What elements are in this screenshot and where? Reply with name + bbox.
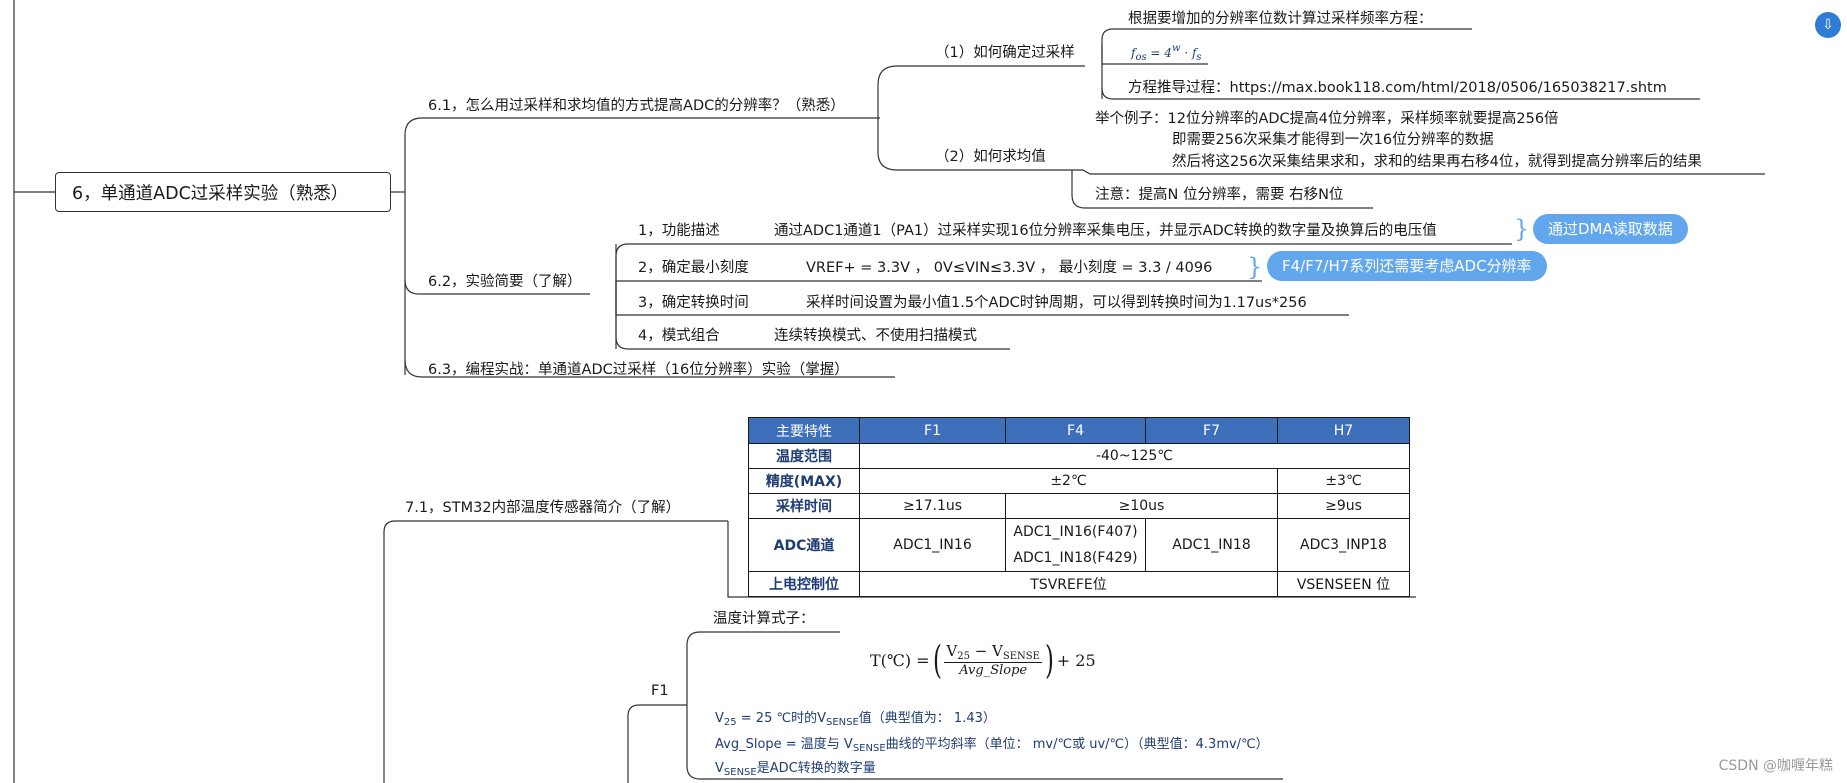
table-header-row: 主要特性 F1 F4 F7 H7: [748, 417, 1410, 444]
example-line-1: 举个例子：12位分辨率的ADC提高4位分辨率，采样频率就要提高256倍: [1095, 111, 1559, 127]
table-cell-line: ADC1_IN16(F407): [1013, 524, 1138, 540]
table-cell: -40~125℃: [859, 443, 1410, 469]
table-row: 采样时间 ≥17.1us ≥10us ≥9us: [748, 493, 1410, 519]
table-cell: ADC1_IN16(F407) ADC1_IN18(F429): [1005, 518, 1146, 572]
oversample-equation-intro: 根据要增加的分辨率位数计算过采样频率方程：: [1128, 11, 1433, 27]
temp-sensor-spec-table: 主要特性 F1 F4 F7 H7 温度范围 -40~125℃ 精度(MAX) ±…: [748, 417, 1410, 597]
callout-brace-1: }: [1514, 215, 1530, 243]
table-cell: ADC1_IN18: [1145, 518, 1278, 572]
table-header: 主要特性: [748, 417, 860, 444]
table-cell: ±3℃: [1277, 468, 1410, 494]
node-6-1[interactable]: 6.1，怎么用过采样和求均值的方式提高ADC的分辨率？（熟悉）: [428, 94, 845, 115]
node-f1[interactable]: F1: [651, 683, 669, 699]
table-header: H7: [1277, 417, 1410, 444]
item-min-scale-desc: VREF+ = 3.3V ， 0V≤VIN≤3.3V ， 最小刻度 = 3.3 …: [806, 260, 1213, 276]
table-row: 温度范围 -40~125℃: [748, 443, 1410, 469]
table-cell: ≥10us: [1005, 493, 1278, 519]
root-node[interactable]: 6，单通道ADC过采样实验（熟悉）: [55, 172, 391, 212]
table-cell: ≥9us: [1277, 493, 1410, 519]
table-cell: TSVREFE位: [859, 571, 1278, 597]
item-conv-time[interactable]: 3，确定转换时间: [638, 291, 749, 312]
formula-note-vsense: VSENSE是ADC转换的数字量: [715, 761, 876, 778]
example-line-2: 即需要256次采集才能得到一次16位分辨率的数据: [1172, 132, 1494, 148]
table-header: F7: [1145, 417, 1278, 444]
table-cell: ≥17.1us: [859, 493, 1006, 519]
table-cell: VSENSEEN 位: [1277, 571, 1410, 597]
table-cell-line: ADC1_IN18(F429): [1013, 550, 1138, 566]
item-mode[interactable]: 4，模式组合: [638, 324, 720, 345]
item-function[interactable]: 1，功能描述: [638, 219, 720, 240]
oversample-formula: fos = 4w · fs: [1131, 43, 1202, 63]
watermark: CSDN @咖喱年糕: [1718, 758, 1833, 774]
root-label: 6，单通道ADC过采样实验（熟悉）: [72, 183, 349, 204]
table-row: 精度(MAX) ±2℃ ±3℃: [748, 468, 1410, 494]
example-line-3: 然后将这256次采集结果求和，求和的结果再右移4位，就得到提高分辨率后的结果: [1172, 154, 1702, 170]
table-header: F4: [1005, 417, 1146, 444]
item-mode-desc: 连续转换模式、不使用扫描模式: [774, 328, 977, 344]
temp-formula: T(℃) = ( V25 − VSENSE Avg_Slope ) + 25: [870, 638, 1096, 682]
derivation-link[interactable]: 方程推导过程：https://max.book118.com/html/2018…: [1128, 76, 1667, 97]
node-oversample[interactable]: （1）如何确定过采样: [935, 41, 1075, 62]
callout-resolution[interactable]: F4/F7/H7系列还需要考虑ADC分辨率: [1267, 251, 1547, 281]
formula-note-v25: V25 = 25 ℃时的VSENSE值（典型值为： 1.43）: [715, 711, 996, 728]
export-icon[interactable]: ⇩: [1815, 12, 1841, 38]
table-row: 上电控制位 TSVREFE位 VSENSEEN 位: [748, 571, 1410, 597]
formula-note-avg-slope: Avg_Slope = 温度与 VSENSE曲线的平均斜率（单位： mv/℃或 …: [715, 737, 1269, 754]
table-cell: ADC通道: [748, 518, 860, 572]
item-function-desc: 通过ADC1通道1（PA1）过采样实现16位分辨率采集电压，并显示ADC转换的数…: [774, 223, 1437, 239]
node-7-1[interactable]: 7.1，STM32内部温度传感器简介（了解）: [405, 496, 680, 517]
table-cell: 温度范围: [748, 443, 860, 469]
temp-formula-title: 温度计算式子：: [713, 611, 815, 627]
item-min-scale[interactable]: 2，确定最小刻度: [638, 256, 749, 277]
table-row: ADC通道 ADC1_IN16 ADC1_IN16(F407) ADC1_IN1…: [748, 518, 1410, 572]
table-cell: ADC1_IN16: [859, 518, 1006, 572]
node-averaging[interactable]: （2）如何求均值: [935, 145, 1046, 166]
table-cell: 精度(MAX): [748, 468, 860, 494]
item-conv-time-desc: 采样时间设置为最小值1.5个ADC时钟周期，可以得到转换时间为1.17us*25…: [806, 295, 1307, 311]
table-cell: 上电控制位: [748, 571, 860, 597]
table-cell: ±2℃: [859, 468, 1278, 494]
callout-brace-2: }: [1247, 253, 1263, 281]
node-6-3[interactable]: 6.3，编程实战：单通道ADC过采样（16位分辨率）实验（掌握）: [428, 358, 849, 379]
node-6-2[interactable]: 6.2，实验简要（了解）: [428, 270, 582, 291]
table-header: F1: [859, 417, 1006, 444]
table-cell: ADC3_INP18: [1277, 518, 1410, 572]
callout-dma[interactable]: 通过DMA读取数据: [1533, 214, 1688, 244]
shift-note: 注意：提高N 位分辨率，需要 右移N位: [1095, 187, 1344, 203]
table-cell: 采样时间: [748, 493, 860, 519]
